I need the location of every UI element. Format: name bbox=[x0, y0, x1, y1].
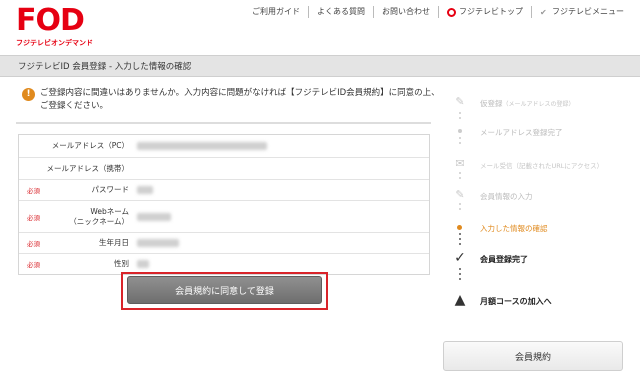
field-label: メールアドレス（携帯） bbox=[46, 163, 130, 173]
step-connector bbox=[458, 137, 462, 147]
checkmark-icon: ✓ bbox=[454, 250, 466, 266]
nav-label: フジテレビメニュー bbox=[552, 7, 624, 16]
step-dot-active bbox=[457, 225, 462, 230]
mail-icon: ✉ bbox=[455, 157, 465, 170]
chevron-down-icon: ✔ bbox=[540, 7, 547, 17]
nav-label: お問い合わせ bbox=[382, 7, 430, 16]
step-dot bbox=[458, 129, 462, 133]
field-label-line2: （ニックネーム） bbox=[69, 216, 129, 226]
table-row: メールアドレス（PC） bbox=[19, 135, 429, 157]
field-label: Webネーム （ニックネーム） bbox=[69, 207, 129, 227]
pencil-icon: ✎ bbox=[455, 188, 465, 201]
nav-fujitv-top-link[interactable]: フジテレビトップ bbox=[438, 6, 531, 18]
title-bar: フジテレビID 会員登録 - 入力した情報の確認 bbox=[0, 55, 640, 77]
step-label: 入力した情報の確認 bbox=[480, 224, 548, 233]
fod-logo[interactable]: FOD フジテレビオンデマンド bbox=[16, 6, 100, 50]
exclamation-icon: ! bbox=[22, 88, 35, 101]
agree-and-register-button[interactable]: 会員規約に同意して登録 bbox=[127, 276, 322, 304]
field-value-redacted bbox=[137, 142, 267, 150]
nav-fujitv-menu-link[interactable]: ✔ フジテレビメニュー bbox=[531, 6, 632, 18]
step-note: （メールアドレスの登録） bbox=[502, 101, 575, 108]
page-title: フジテレビID 会員登録 - 入力した情報の確認 bbox=[18, 62, 192, 72]
required-badge: 必須 bbox=[27, 187, 40, 195]
terms-button[interactable]: 会員規約 bbox=[443, 341, 623, 371]
top-nav: ご利用ガイド よくある質問 お問い合わせ フジテレビトップ ✔ フジテレビメニュー bbox=[244, 6, 632, 18]
nav-label: ご利用ガイド bbox=[252, 7, 300, 16]
step-connector bbox=[458, 203, 462, 213]
required-badge: 必須 bbox=[27, 240, 40, 248]
header: FOD フジテレビオンデマンド ご利用ガイド よくある質問 お問い合わせ フジテ… bbox=[0, 0, 640, 54]
table-row: 必須 生年月日 bbox=[19, 232, 429, 253]
logo-main-text: FOD bbox=[16, 3, 85, 38]
table-row: 必須 パスワード bbox=[19, 179, 429, 200]
table-row: 必須 性別 bbox=[19, 253, 429, 274]
step-label: 会員登録完了 bbox=[480, 255, 528, 264]
notice-text: ご登録内容に間違いはありませんか。入力内容に問題がなければ【フジテレビID会員規… bbox=[40, 88, 440, 111]
field-value-redacted bbox=[137, 186, 153, 194]
nav-label: フジテレビトップ bbox=[459, 7, 523, 16]
divider bbox=[16, 122, 431, 124]
required-badge: 必須 bbox=[27, 213, 40, 222]
road-icon: ▲ bbox=[454, 292, 466, 308]
required-badge: 必須 bbox=[27, 261, 40, 269]
field-label: 生年月日 bbox=[99, 238, 129, 247]
fujitv-logo-icon bbox=[447, 7, 456, 17]
logo-sub-text: フジテレビオンデマンド bbox=[16, 39, 93, 47]
field-label: パスワード bbox=[91, 185, 130, 194]
field-value-redacted bbox=[137, 239, 179, 247]
step-label: メール受信（記載されたURLにアクセス） bbox=[480, 162, 604, 170]
step-connector bbox=[458, 172, 462, 182]
step-connector bbox=[458, 112, 462, 122]
field-label: 性別 bbox=[114, 259, 129, 268]
nav-label: よくある質問 bbox=[317, 7, 365, 16]
pencil-icon: ✎ bbox=[455, 95, 465, 108]
nav-contact-link[interactable]: お問い合わせ bbox=[373, 6, 438, 18]
step-connector bbox=[458, 268, 462, 283]
confirmation-table: メールアドレス（PC） メールアドレス（携帯） 必須 パスワード 必須 Webネ… bbox=[18, 134, 430, 275]
field-value-redacted bbox=[137, 212, 171, 221]
nav-guide-link[interactable]: ご利用ガイド bbox=[244, 6, 308, 18]
step-label: 会員情報の入力 bbox=[480, 192, 533, 201]
step-label: メールアドレス登録完了 bbox=[480, 128, 563, 137]
table-row: 必須 Webネーム （ニックネーム） bbox=[19, 200, 429, 232]
table-row: メールアドレス（携帯） bbox=[19, 157, 429, 179]
step-label: 仮登録 bbox=[480, 99, 503, 108]
step-connector bbox=[458, 233, 462, 248]
step-label: 月額コースの加入へ bbox=[480, 297, 552, 306]
field-value-redacted bbox=[137, 260, 149, 268]
nav-faq-link[interactable]: よくある質問 bbox=[308, 6, 373, 18]
field-label-line1: Webネーム bbox=[90, 206, 129, 216]
field-label: メールアドレス（PC） bbox=[51, 141, 129, 150]
